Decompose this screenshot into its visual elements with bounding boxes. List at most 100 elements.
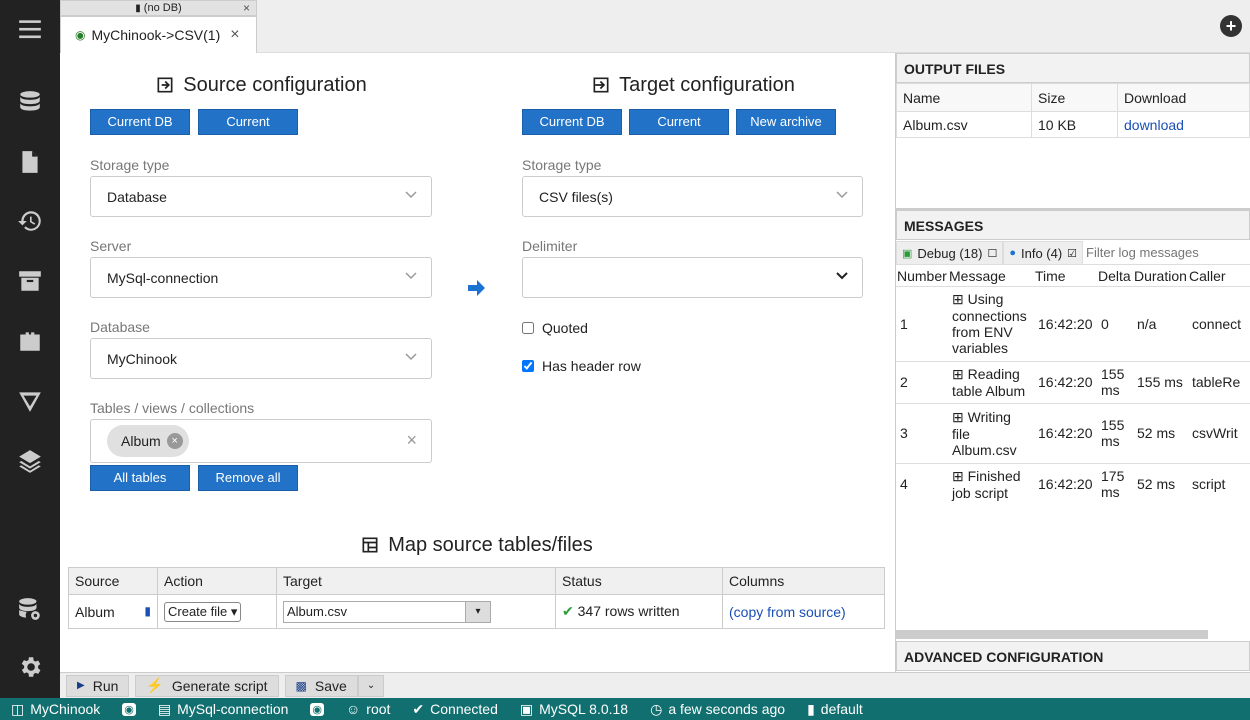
info-filter-button[interactable]: ● Info (4) ☑ <box>1003 241 1084 265</box>
storage-type-label: Storage type <box>90 157 170 173</box>
expand-icon[interactable]: ⊞ <box>952 291 964 307</box>
col-source: Source <box>68 567 158 595</box>
layers-icon[interactable] <box>0 436 60 486</box>
download-link[interactable]: download <box>1124 117 1184 133</box>
left-sidebar <box>0 0 60 698</box>
save-button[interactable]: ▩ Save <box>284 674 358 697</box>
server-icon: ▣ <box>519 700 534 717</box>
target-storage-select[interactable]: CSV files(s) <box>522 176 863 217</box>
gear-icon[interactable] <box>0 642 60 692</box>
debug-filter-button[interactable]: ▣ Debug (18) ☐ <box>896 241 1004 265</box>
plugin-icon[interactable] <box>0 316 60 366</box>
advanced-config-title[interactable]: ADVANCED CONFIGURATION <box>896 641 1250 671</box>
source-heading: Source configuration <box>90 73 432 97</box>
col-status: Status <box>555 567 723 595</box>
expand-icon[interactable]: ⊞ <box>952 366 964 382</box>
table-row[interactable]: 3 ⊞ Writing file Album.csv 16:42:20 155 … <box>896 402 1250 463</box>
palette-icon: ◉ <box>310 702 324 716</box>
palette-button-2[interactable]: ◉ <box>299 698 335 720</box>
status-state-label: Connected <box>430 701 498 717</box>
remove-chip-icon[interactable]: × <box>166 433 183 449</box>
palette-button[interactable]: ◉ <box>111 698 147 720</box>
debug-label: Debug (18) <box>917 245 983 261</box>
map-heading: Map source tables/files <box>60 533 893 557</box>
msg-duration: n/a <box>1133 285 1188 361</box>
status-schema[interactable]: ▮ default <box>796 698 874 720</box>
tab-no-db[interactable]: ▮ (no DB) × <box>60 0 257 16</box>
columns-cell: (copy from source) <box>722 594 885 629</box>
bolt-icon: ⚡ <box>146 677 164 693</box>
target-config: Target configuration Current DB Current … <box>522 53 864 374</box>
tab-mychinook-csv[interactable]: ◉ MyChinook->CSV(1) × <box>60 16 257 53</box>
target-current-db-button[interactable]: Current DB <box>522 109 622 135</box>
all-tables-button[interactable]: All tables <box>90 465 190 491</box>
menu-icon[interactable] <box>0 4 60 54</box>
new-tab-button[interactable]: + <box>1220 15 1242 37</box>
table-row[interactable]: 1 ⊞ Using connections from ENV variables… <box>896 285 1250 361</box>
filter-log-input[interactable] <box>1083 241 1250 265</box>
source-current-archive-button[interactable]: Current archive <box>198 109 298 153</box>
col-duration: Duration <box>1134 267 1187 284</box>
logout-icon <box>593 77 609 93</box>
target-input[interactable]: Album.csv ▾ <box>283 600 491 623</box>
output-files-title: OUTPUT FILES <box>896 53 1250 83</box>
filter-icon[interactable] <box>0 376 60 426</box>
delimiter-select[interactable] <box>522 257 863 298</box>
status-connection[interactable]: ▤ MySql-connection <box>147 698 300 720</box>
chevron-down-icon <box>405 353 417 361</box>
close-icon[interactable]: × <box>243 1 250 15</box>
status-time: ◷ a few seconds ago <box>639 698 796 720</box>
table-row[interactable]: 2 ⊞ Reading table Album 16:42:20 155 ms … <box>896 360 1250 403</box>
info-label: Info (4) <box>1020 245 1063 261</box>
messages-toolbar: ▣ Debug (18) ☐ ● Info (4) ☑ <box>896 240 1250 266</box>
status-time-label: a few seconds ago <box>668 701 786 717</box>
right-panels: OUTPUT FILES Name Size Download Album.cs… <box>895 53 1250 672</box>
msg-duration: 155 ms <box>1133 360 1188 403</box>
database-icon[interactable] <box>0 77 60 127</box>
chevron-down-icon <box>836 191 848 199</box>
save-dropdown-button[interactable]: ⌄ <box>357 674 385 697</box>
col-target: Target <box>276 567 556 595</box>
expand-icon[interactable]: ⊞ <box>952 468 964 484</box>
action-select[interactable]: Create file ▾ <box>164 601 242 622</box>
msg-text: ⊞ Finished job script <box>948 462 1034 505</box>
horizontal-scrollbar[interactable] <box>896 630 1208 639</box>
map-heading-text: Map source tables/files <box>388 533 593 556</box>
close-icon[interactable]: × <box>230 26 239 44</box>
database-select[interactable]: MyChinook <box>90 338 432 379</box>
status-connected: ✔ Connected <box>401 698 508 720</box>
header-row-checkbox[interactable] <box>522 360 534 372</box>
source-current-db-button[interactable]: Current DB <box>90 109 190 135</box>
col-caller: Caller <box>1189 267 1226 284</box>
target-current-archive-button[interactable]: Current archive <box>629 109 729 153</box>
col-download: Download <box>1117 83 1250 112</box>
col-size: Size <box>1031 83 1118 112</box>
tab-bar: ▮ (no DB) × ◉ MyChinook->CSV(1) × + <box>60 0 1250 53</box>
history-icon[interactable] <box>0 196 60 246</box>
copy-from-source-link[interactable]: (copy from source) <box>729 604 846 620</box>
col-name: Name <box>896 83 1032 112</box>
col-columns: Columns <box>722 567 885 595</box>
quoted-checkbox[interactable] <box>522 322 534 334</box>
database-icon: ◫ <box>11 700 25 717</box>
new-archive-button[interactable]: New archive <box>736 109 836 135</box>
run-button[interactable]: ▶ Run <box>66 674 130 697</box>
msg-number: 1 <box>896 285 948 361</box>
server-select[interactable]: MySql-connection <box>90 257 432 298</box>
col-time: Time <box>1035 267 1066 284</box>
database-view-icon[interactable] <box>0 584 60 634</box>
trash-icon[interactable]: ▮ <box>144 604 151 618</box>
chevron-down-icon[interactable]: ▾ <box>465 600 491 623</box>
status-db[interactable]: ◫ MyChinook <box>0 698 111 720</box>
remove-all-button[interactable]: Remove all <box>198 465 298 491</box>
expand-icon[interactable]: ⊞ <box>952 409 964 425</box>
tables-multiselect[interactable]: Album × × <box>90 419 432 463</box>
table-row[interactable]: 4 ⊞ Finished job script 16:42:20 175 ms … <box>896 462 1250 505</box>
source-storage-select[interactable]: Database <box>90 176 432 217</box>
archive-icon[interactable] <box>0 256 60 306</box>
clear-icon[interactable]: × <box>406 430 417 451</box>
status-connection-label: MySql-connection <box>177 701 289 717</box>
generate-script-button[interactable]: ⚡ Generate script <box>135 674 279 697</box>
run-label: Run <box>92 677 119 694</box>
file-icon[interactable] <box>0 137 60 187</box>
